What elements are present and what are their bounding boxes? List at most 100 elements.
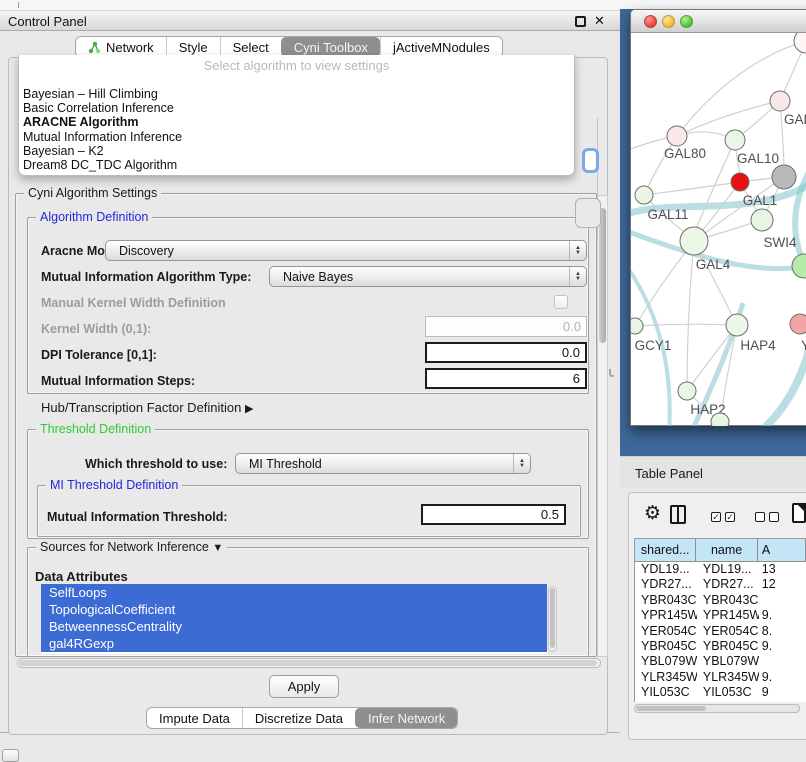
network-node-gal11[interactable] <box>635 186 653 204</box>
table-header-row: shared...nameA <box>635 539 806 562</box>
select-all-columns-icon[interactable]: ✓✓ <box>711 512 735 522</box>
apply-button[interactable]: Apply <box>269 675 339 698</box>
node-label: GCY1 <box>635 338 672 353</box>
algorithm-option[interactable]: Basic Correlation Inference <box>23 101 570 115</box>
algorithm-definition-title: Algorithm Definition <box>36 210 152 224</box>
table-horizontal-scrollbar[interactable] <box>634 704 800 713</box>
network-node-hap2[interactable] <box>678 382 696 400</box>
close-icon[interactable]: ✕ <box>594 13 605 29</box>
algorithm-dropdown-hint: Select algorithm to view settings <box>19 58 574 73</box>
table-row[interactable]: YER054CYER054C8. <box>635 624 806 639</box>
dpi-tolerance-field[interactable]: 0.0 <box>425 342 587 363</box>
node-label: Y <box>801 338 806 353</box>
mi-threshold-field[interactable]: 0.5 <box>421 504 566 525</box>
algorithm-option[interactable]: Bayesian – K2 <box>23 144 570 158</box>
attribute-item[interactable]: SelfLoops <box>41 584 547 601</box>
network-node-gal4[interactable] <box>680 227 708 255</box>
table-column-header[interactable]: A <box>758 539 806 562</box>
combo-arrows-icon: ▲▼ <box>569 267 586 286</box>
data-attributes-list[interactable]: SelfLoopsTopologicalCoefficientBetweenne… <box>41 584 547 654</box>
hidden-groupbox-fragment <box>575 198 601 228</box>
node-label: GAL1 <box>743 193 778 208</box>
network-node[interactable] <box>792 254 806 278</box>
attributes-list-scrollbar[interactable] <box>548 586 557 652</box>
deselect-all-columns-icon[interactable] <box>755 512 779 522</box>
table-row[interactable]: YBL079WYBL079W <box>635 654 806 669</box>
network-window-titlebar[interactable] <box>631 10 806 33</box>
tab-cyni-toolbox[interactable]: Cyni Toolbox <box>281 37 380 57</box>
combo-arrows-icon: ▲▼ <box>569 241 586 260</box>
gear-icon[interactable]: ⚙ <box>644 502 661 525</box>
bottom-corner-button[interactable] <box>2 749 19 762</box>
network-node-gal10[interactable] <box>725 130 745 150</box>
split-columns-icon[interactable] <box>670 505 686 524</box>
float-window-icon[interactable] <box>575 16 586 27</box>
tab-jactivemnodules[interactable]: jActiveMNodules <box>380 37 502 57</box>
algorithm-option[interactable]: Bayesian – Hill Climbing <box>23 87 570 101</box>
network-node[interactable] <box>711 413 729 426</box>
tab-style[interactable]: Style <box>166 37 220 57</box>
network-node[interactable] <box>794 33 806 53</box>
tab-select[interactable]: Select <box>220 37 281 57</box>
node-label: GAL80 <box>664 146 706 161</box>
combo-arrows-icon: ▲▼ <box>513 454 530 473</box>
tab-infer-network[interactable]: Infer Network <box>355 708 457 728</box>
top-strip-tick <box>18 2 19 8</box>
attribute-item[interactable]: BetweennessCentrality <box>41 618 547 635</box>
mi-algorithm-type-select[interactable]: Naive Bayes ▲▼ <box>269 266 587 287</box>
network-edge <box>635 324 737 326</box>
minimize-traffic-light-icon[interactable] <box>662 15 675 28</box>
hub-definition-toggle[interactable]: Hub/Transcription Factor Definition ▶ <box>41 400 253 415</box>
algorithm-option[interactable]: ARACNE Algorithm <box>23 115 570 129</box>
which-threshold-select[interactable]: MI Threshold ▲▼ <box>235 453 531 474</box>
mi-steps-field[interactable]: 6 <box>425 368 587 389</box>
table-row[interactable]: YPR145WYPR145W9. <box>635 608 806 623</box>
node-label: GAL11 <box>647 207 688 222</box>
table-row[interactable]: YDL19...YDL19...13 <box>635 562 806 577</box>
screen: Control Panel ✕ NetworkStyleSelectCyni T… <box>0 0 806 762</box>
network-node[interactable] <box>772 165 796 189</box>
table-column-header[interactable]: shared... <box>635 539 696 562</box>
table-row[interactable]: YDR27...YDR27...12 <box>635 577 806 592</box>
manual-kernel-width-label: Manual Kernel Width Definition <box>41 296 226 310</box>
table-row[interactable]: YBR043CYBR043C <box>635 593 806 608</box>
collapsed-arrow-icon[interactable]: ▶ <box>245 403 253 415</box>
table-body: YDL19...YDL19...13YDR27...YDR27...12YBR0… <box>635 562 806 701</box>
attribute-item[interactable]: gal4RGexp <box>41 635 547 652</box>
attribute-item[interactable]: TopologicalCoefficient <box>41 601 547 618</box>
network-node-gal80[interactable] <box>667 126 687 146</box>
network-node-gal1[interactable] <box>731 173 749 191</box>
network-node-gal[interactable] <box>770 91 790 111</box>
network-node-y[interactable] <box>790 314 806 334</box>
close-traffic-light-icon[interactable] <box>644 15 657 28</box>
aracne-mode-select[interactable]: Discovery ▲▼ <box>105 240 587 261</box>
algorithm-option[interactable]: Mutual Information Inference <box>23 130 570 144</box>
node-label: GAL4 <box>696 257 731 272</box>
table-row[interactable]: YIL053CYIL053C9 <box>635 685 806 700</box>
tab-network[interactable]: Network <box>76 37 166 57</box>
kernel-width-label: Kernel Width (0,1): <box>41 322 151 336</box>
panel-resize-handle[interactable] <box>609 369 614 377</box>
network-node-gcy1[interactable] <box>631 318 643 334</box>
new-table-icon[interactable] <box>792 503 806 523</box>
zoom-traffic-light-icon[interactable] <box>680 15 693 28</box>
expanded-arrow-icon[interactable]: ▼ <box>212 542 223 554</box>
settings-vertical-scrollbar[interactable] <box>597 195 608 657</box>
network-canvas[interactable]: GALGAL80GAL10GAL1SWI4GAL11GAL4GCY1HAP4YH… <box>631 33 806 426</box>
kernel-width-field: 0.0 <box>425 316 587 337</box>
network-node-hap4[interactable] <box>726 314 748 336</box>
tab-discretize-data[interactable]: Discretize Data <box>242 708 355 728</box>
network-edge <box>687 241 694 391</box>
network-node-swi4[interactable] <box>751 209 773 231</box>
node-attribute-table: shared...nameA YDL19...YDL19...13YDR27..… <box>634 538 806 702</box>
table-row[interactable]: YBR045CYBR045C9. <box>635 639 806 654</box>
table-column-header[interactable]: name <box>696 539 757 562</box>
dpi-tolerance-label: DPI Tolerance [0,1]: <box>41 348 157 362</box>
settings-horizontal-scrollbar[interactable] <box>17 658 601 668</box>
tab-impute-data[interactable]: Impute Data <box>147 708 242 728</box>
settings-group-title: Cyni Algorithm Settings <box>24 186 161 200</box>
control-panel-window: Control Panel ✕ NetworkStyleSelectCyni T… <box>0 10 620 733</box>
table-row[interactable]: YLR345WYLR345W9. <box>635 670 806 685</box>
algorithm-option[interactable]: Dream8 DC_TDC Algorithm <box>23 158 570 172</box>
mi-threshold-label: Mutual Information Threshold: <box>47 510 228 524</box>
